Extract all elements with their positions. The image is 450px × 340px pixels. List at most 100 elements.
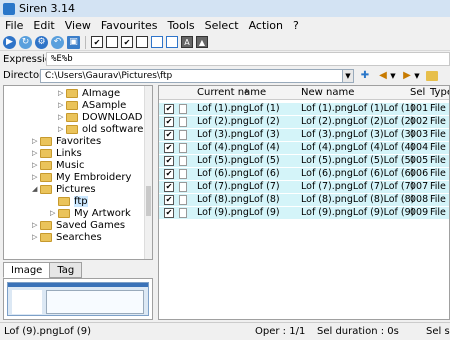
scrollbar-thumb[interactable]: [146, 186, 151, 216]
forward-icon[interactable]: ▶: [400, 69, 414, 83]
cell-new-name: Lof (6).pngLof (6)Lof (6): [301, 168, 415, 179]
file-icon: [179, 156, 187, 166]
tree-item[interactable]: ▷ Saved Games: [32, 219, 125, 231]
row-checkbox[interactable]: ✔: [164, 130, 174, 140]
table-row[interactable]: ✔ Lof (6).pngLof (6) Lof (6).pngLof (6)Lof…: [159, 168, 449, 180]
expand-arrow-icon[interactable]: ▷: [58, 125, 66, 133]
menu-select[interactable]: Select: [200, 19, 244, 32]
title-bar: Siren 3.14: [0, 0, 450, 17]
column-new-name[interactable]: New name: [301, 87, 354, 98]
tree-scrollbar[interactable]: [144, 86, 152, 259]
add-favourite-icon[interactable]: ✚: [358, 69, 372, 83]
tree-item[interactable]: ▷ Searches: [32, 231, 102, 243]
directory-input[interactable]: C:\Users\Gaurav\Pictures\ftp: [40, 68, 343, 83]
folder-icon: [58, 208, 70, 218]
status-file: Lof (9).pngLof (9): [4, 326, 91, 337]
menu-tools[interactable]: Tools: [163, 19, 200, 32]
undo-icon[interactable]: ↶: [51, 35, 64, 49]
column-current-name[interactable]: Current name: [197, 87, 266, 98]
tree-item-label: Music: [56, 159, 85, 171]
folder-icon: [40, 184, 52, 194]
row-checkbox[interactable]: ✔: [164, 208, 174, 218]
menu-action[interactable]: Action: [244, 19, 288, 32]
expand-arrow-icon[interactable]: ▷: [32, 149, 40, 157]
table-row[interactable]: ✔ Lof (8).pngLof (8) Lof (8).pngLof (8)Lof…: [159, 194, 449, 206]
expand-arrow-icon[interactable]: ▷: [32, 173, 40, 181]
select-blue-icon[interactable]: [151, 36, 163, 48]
tree-item[interactable]: ▷ My Artwork: [50, 207, 131, 219]
check-range-icon[interactable]: [136, 36, 148, 48]
table-row[interactable]: ✔ Lof (3).pngLof (3) Lof (3).pngLof (3)Lof…: [159, 129, 449, 141]
expand-arrow-icon[interactable]: ▷: [32, 221, 40, 229]
image-icon[interactable]: ▣: [67, 35, 80, 49]
menu-edit[interactable]: Edit: [28, 19, 59, 32]
refresh-icon[interactable]: ↻: [19, 35, 32, 49]
play-icon[interactable]: ▶: [3, 35, 16, 49]
folder-icon: [40, 160, 52, 170]
tab-image[interactable]: Image: [3, 262, 51, 278]
tree-item-selected[interactable]: ftp: [50, 195, 88, 207]
tree-item[interactable]: ▷ AImage: [58, 87, 120, 99]
row-checkbox[interactable]: ✔: [164, 104, 174, 114]
folder-icon: [66, 112, 78, 122]
tree-item[interactable]: ▷ Music: [32, 159, 84, 171]
menu-help[interactable]: ?: [288, 19, 304, 32]
file-icon: [179, 208, 187, 218]
select-blue-2-icon[interactable]: [166, 36, 178, 48]
table-row[interactable]: ✔ Lof (5).pngLof (5) Lof (5).pngLof (5)Lof…: [159, 155, 449, 167]
expand-arrow-icon[interactable]: ▷: [32, 161, 40, 169]
row-checkbox[interactable]: ✔: [164, 156, 174, 166]
check-invert-icon[interactable]: ✔: [121, 36, 133, 48]
tree-item[interactable]: ▷ ASample: [58, 99, 126, 111]
menu-favourites[interactable]: Favourites: [96, 19, 163, 32]
back-dropdown-icon[interactable]: ▼: [390, 69, 396, 83]
menu-view[interactable]: View: [60, 19, 96, 32]
tree-item[interactable]: ▷ old software: [58, 123, 143, 135]
collapse-arrow-icon[interactable]: ◢: [32, 185, 40, 193]
folder-tree[interactable]: ▷ AImage ▷ ASample ▷ DOWNLOAD ▷ old software…: [3, 85, 153, 260]
table-row[interactable]: ✔ Lof (2).pngLof (2) Lof (2).pngLof (2)Lof…: [159, 116, 449, 128]
expand-arrow-icon[interactable]: ▷: [58, 101, 66, 109]
expand-arrow-icon[interactable]: ▷: [58, 113, 66, 121]
chevron-down-icon[interactable]: ▼: [343, 68, 354, 83]
settings-icon[interactable]: ⚙: [35, 35, 48, 49]
expand-arrow-icon[interactable]: ▷: [32, 137, 40, 145]
forward-dropdown-icon[interactable]: ▼: [414, 69, 420, 83]
table-row[interactable]: ✔ Lof (4).pngLof (4) Lof (4).pngLof (4)Lof…: [159, 142, 449, 154]
row-checkbox[interactable]: ✔: [164, 169, 174, 179]
tab-tag[interactable]: Tag: [49, 262, 83, 278]
file-icon: [179, 117, 187, 127]
status-duration: Sel duration : 0s: [317, 326, 399, 337]
column-sel[interactable]: Sel: [410, 87, 425, 98]
file-icon: [179, 195, 187, 205]
tree-item[interactable]: ▷ My Embroidery: [32, 171, 131, 183]
tree-item[interactable]: ◢ Pictures: [32, 183, 96, 195]
filter-a-icon[interactable]: A: [181, 36, 193, 48]
row-checkbox[interactable]: ✔: [164, 182, 174, 192]
expand-arrow-icon[interactable]: ▷: [50, 209, 58, 217]
tree-item-label: ftp: [74, 195, 88, 207]
back-icon[interactable]: ◀: [376, 69, 390, 83]
menu-file[interactable]: File: [0, 19, 28, 32]
filter-b-icon[interactable]: ▲: [196, 36, 208, 48]
folder-up-icon[interactable]: [426, 70, 438, 81]
table-row[interactable]: ✔ Lof (1).pngLof (1) Lof (1).pngLof (1)Lof…: [159, 103, 449, 115]
tree-item[interactable]: ▷ Links: [32, 147, 82, 159]
preview-thumbnail: [7, 282, 149, 316]
row-checkbox[interactable]: ✔: [164, 195, 174, 205]
check-all-icon[interactable]: ✔: [91, 36, 103, 48]
tree-item[interactable]: ▷ DOWNLOAD: [58, 111, 142, 123]
tree-item-label: AImage: [82, 87, 121, 99]
expand-arrow-icon[interactable]: ▷: [58, 89, 66, 97]
row-checkbox[interactable]: ✔: [164, 143, 174, 153]
expand-arrow-icon[interactable]: ▷: [32, 233, 40, 241]
folder-icon: [40, 172, 52, 182]
tree-item[interactable]: ▷ Favorites: [32, 135, 101, 147]
table-row[interactable]: ✔ Lof (7).pngLof (7) Lof (7).pngLof (7)Lof…: [159, 181, 449, 193]
folder-icon: [66, 88, 78, 98]
expression-input[interactable]: %E%b: [46, 52, 450, 66]
column-type[interactable]: Type: [430, 87, 449, 98]
row-checkbox[interactable]: ✔: [164, 117, 174, 127]
check-none-icon[interactable]: [106, 36, 118, 48]
table-row[interactable]: ✔ Lof (9).pngLof (9) Lof (9).pngLof (9)Lof…: [159, 207, 449, 219]
